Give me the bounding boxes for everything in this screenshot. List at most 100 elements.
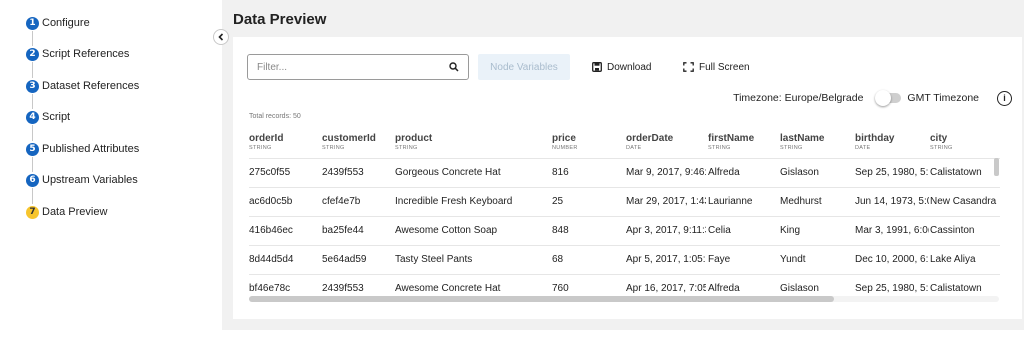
- step-connector: [32, 157, 33, 172]
- table-cell-birthday: Sep 25, 1980, 5:: [855, 283, 929, 294]
- main-panel: Data Preview Node Variables Download: [222, 0, 1024, 330]
- info-icon[interactable]: i: [997, 90, 1012, 106]
- column-header-customerid[interactable]: customerId STRING: [322, 133, 376, 151]
- column-header-orderdate[interactable]: orderDate DATE: [626, 133, 673, 151]
- column-name: firstName: [708, 133, 755, 144]
- table-cell-lastname: Medhurst: [780, 196, 822, 207]
- horizontal-scrollbar[interactable]: [249, 296, 999, 302]
- table-cell-lastname: King: [780, 225, 801, 236]
- table-row[interactable]: ac6d0c5b cfef4e7b Incredible Fresh Keyboar…: [249, 187, 1000, 216]
- total-records: Total records: 50: [249, 113, 301, 120]
- step-published-attributes[interactable]: 5 Published Attributes: [26, 141, 139, 157]
- table-cell-customerid: 2439f553: [322, 167, 364, 178]
- column-type: NUMBER: [552, 145, 578, 151]
- table-cell-customerid: 5e64ad59: [322, 254, 367, 265]
- preview-card: Node Variables Download Full Screen Time…: [233, 37, 1022, 319]
- step-number: 5: [26, 142, 39, 156]
- step-label: Script: [42, 111, 71, 123]
- column-type: STRING: [249, 145, 272, 151]
- table-cell-customerid: cfef4e7b: [322, 196, 361, 207]
- gmt-timezone-label: GMT Timezone: [907, 92, 979, 104]
- table-cell-orderid: 275c0f55: [249, 167, 291, 178]
- step-script[interactable]: 4 Script: [26, 109, 70, 125]
- step-connector: [32, 62, 33, 78]
- table-cell-birthday: Dec 10, 2000, 6:: [855, 254, 929, 265]
- column-header-orderid[interactable]: orderId STRING: [249, 133, 283, 151]
- filter-input[interactable]: [257, 61, 449, 73]
- table-cell-orderid: bf46e78c: [249, 283, 291, 294]
- save-icon: [592, 62, 602, 72]
- table-cell-firstname: Alfreda: [708, 167, 740, 178]
- timezone-row: Timezone: Europe/Belgrade GMT Timezone i: [733, 89, 1012, 107]
- table-cell-customerid: ba25fe44: [322, 225, 364, 236]
- table-cell-firstname: Faye: [708, 254, 731, 265]
- step-label: Published Attributes: [42, 143, 140, 155]
- table-cell-price: 68: [552, 254, 564, 265]
- step-data-preview[interactable]: 7 Data Preview: [26, 204, 107, 220]
- column-name: customerId: [322, 133, 376, 144]
- step-script-references[interactable]: 2 Script References: [26, 46, 129, 62]
- step-connector: [32, 31, 33, 46]
- filter-field[interactable]: [247, 54, 469, 80]
- column-type: STRING: [930, 145, 953, 151]
- step-upstream-variables[interactable]: 6 Upstream Variables: [26, 172, 138, 188]
- fullscreen-icon: [683, 62, 694, 72]
- table-cell-orderdate: Mar 9, 2017, 9:46:: [626, 167, 706, 178]
- column-header-lastname[interactable]: lastName STRING: [780, 133, 824, 151]
- table-cell-price: 25: [552, 196, 564, 207]
- table-row[interactable]: 8d44d5d4 5e64ad59 Tasty Steel Pants 68 Apr 5…: [249, 245, 1000, 274]
- table-cell-price: 760: [552, 283, 569, 294]
- step-connector: [32, 94, 33, 109]
- table-cell-firstname: Alfreda: [708, 283, 740, 294]
- table-cell-orderdate: Apr 16, 2017, 7:05: [626, 283, 706, 294]
- fullscreen-button[interactable]: Full Screen: [683, 54, 750, 80]
- column-header-birthday[interactable]: birthday DATE: [855, 133, 894, 151]
- table-cell-orderid: 416b46ec: [249, 225, 293, 236]
- page-title: Data Preview: [233, 11, 327, 28]
- step-label: Dataset References: [42, 80, 140, 92]
- step-dataset-references[interactable]: 3 Dataset References: [26, 78, 139, 94]
- column-header-firstname[interactable]: firstName STRING: [708, 133, 754, 151]
- step-label: Upstream Variables: [42, 174, 138, 186]
- vertical-scrollbar[interactable]: [994, 158, 999, 288]
- node-variables-button[interactable]: Node Variables: [478, 54, 570, 80]
- table-cell-product: Awesome Concrete Hat: [395, 283, 501, 294]
- table-cell-product: Gorgeous Concrete Hat: [395, 167, 501, 178]
- search-icon: [449, 62, 459, 72]
- table-cell-product: Incredible Fresh Keyboard: [395, 196, 513, 207]
- step-label: Configure: [42, 17, 90, 29]
- table-row[interactable]: 416b46ec ba25fe44 Awesome Cotton Soap 848 Ap…: [249, 216, 1000, 245]
- table-header: orderId STRING customerId STRING product STRI…: [249, 129, 1000, 159]
- table-cell-birthday: Jun 14, 1973, 5:0: [855, 196, 929, 207]
- table-cell-price: 848: [552, 225, 569, 236]
- table-cell-birthday: Mar 3, 1991, 6:0(: [855, 225, 929, 236]
- table-cell-city: New Casandra: [930, 196, 997, 207]
- table-cell-city: Cassinton: [930, 225, 975, 236]
- vertical-scroll-thumb[interactable]: [994, 158, 999, 176]
- column-name: lastName: [780, 133, 825, 144]
- table-row[interactable]: 275c0f55 2439f553 Gorgeous Concrete Hat 816…: [249, 158, 1000, 187]
- step-configure[interactable]: 1 Configure: [26, 15, 90, 31]
- column-header-price[interactable]: price NUMBER: [552, 133, 578, 151]
- column-header-city[interactable]: city STRING: [930, 133, 953, 151]
- table-cell-product: Awesome Cotton Soap: [395, 225, 498, 236]
- step-number: 4: [26, 110, 39, 124]
- table-cell-customerid: 2439f553: [322, 283, 364, 294]
- table-cell-price: 816: [552, 167, 569, 178]
- collapse-sidebar-button[interactable]: [213, 29, 229, 45]
- table-cell-lastname: Yundt: [780, 254, 806, 265]
- chevron-left-icon: [218, 33, 224, 41]
- step-connector: [32, 188, 33, 204]
- gmt-timezone-toggle[interactable]: [875, 90, 902, 106]
- table-cell-city: Lake Aliya: [930, 254, 976, 265]
- table-cell-city: Calistatown: [930, 283, 982, 294]
- column-name: city: [930, 133, 948, 144]
- horizontal-scroll-thumb[interactable]: [249, 296, 834, 302]
- timezone-label: Timezone: Europe/Belgrade: [733, 92, 864, 104]
- download-button[interactable]: Download: [592, 54, 651, 80]
- data-table: orderId STRING customerId STRING product STRI…: [249, 129, 1000, 305]
- column-name: orderDate: [626, 133, 674, 144]
- table-cell-city: Calistatown: [930, 167, 982, 178]
- column-header-product[interactable]: product STRING: [395, 133, 432, 151]
- table-cell-orderdate: Apr 3, 2017, 9:11:3: [626, 225, 706, 236]
